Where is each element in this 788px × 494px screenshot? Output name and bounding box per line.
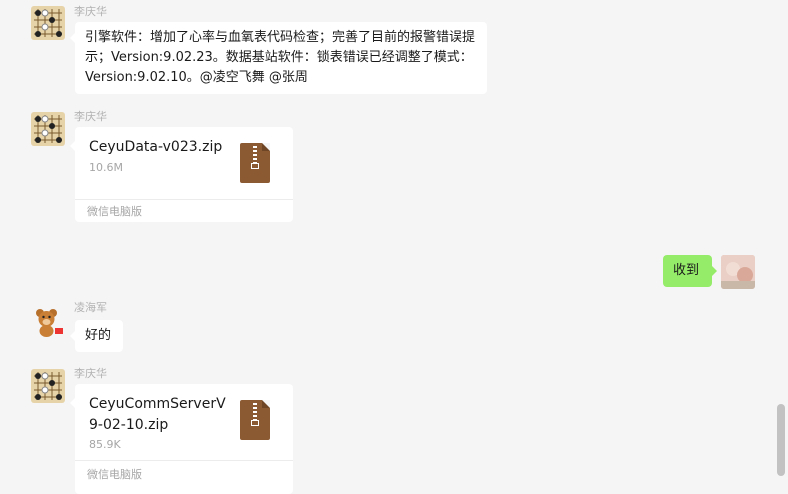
message-bubble[interactable]: 引擎软件：增加了心率与血氧表代码检查；完善了目前的报警错误提示；Version:…: [70, 22, 487, 94]
sender-avatar[interactable]: [31, 369, 65, 403]
chat-message-area: 李庆华 引擎软件：增加了心率与血氧表代码检查；完善了目前的报警错误提示；Vers…: [0, 0, 788, 494]
go-board-avatar-icon: [34, 372, 62, 400]
go-board-avatar-icon: [34, 9, 62, 37]
my-message-bubble[interactable]: 收到: [663, 255, 717, 287]
sender-avatar[interactable]: [31, 112, 65, 146]
message-bubble[interactable]: 好的: [70, 320, 123, 352]
sender-avatar[interactable]: [31, 6, 65, 40]
photo-avatar-icon: [721, 255, 755, 289]
scrollbar[interactable]: [777, 0, 785, 482]
divider: [75, 460, 293, 461]
file-message-card[interactable]: CeyuCommServerV9-02-10.zip 85.9K 微信电脑版: [70, 384, 293, 494]
sender-name: 凌海军: [74, 301, 107, 314]
divider: [75, 199, 293, 200]
zip-file-icon: [240, 400, 270, 440]
sender-name: 李庆华: [74, 110, 107, 123]
file-size: 10.6M: [89, 161, 123, 174]
file-source-label: 微信电脑版: [87, 205, 142, 218]
sender-name: 李庆华: [74, 5, 107, 18]
teddy-bear-avatar-icon: [31, 304, 65, 338]
file-name: CeyuData-v023.zip: [89, 139, 223, 155]
sender-avatar[interactable]: [31, 304, 65, 338]
message-text: 好的: [85, 328, 112, 343]
file-name: CeyuCommServerV9-02-10.zip: [89, 396, 226, 433]
file-source-label: 微信电脑版: [87, 468, 142, 481]
file-message-card[interactable]: CeyuData-v023.zip 10.6M 微信电脑版: [70, 127, 293, 222]
my-avatar[interactable]: [721, 255, 755, 289]
scrollbar-thumb[interactable]: [777, 404, 785, 476]
sender-name: 李庆华: [74, 367, 107, 380]
message-text: 引擎软件：增加了心率与血氧表代码检查；完善了目前的报警错误提示；Version:…: [85, 30, 476, 85]
message-text: 收到: [673, 263, 700, 278]
zip-file-icon: [240, 143, 270, 183]
go-board-avatar-icon: [34, 115, 62, 143]
file-size: 85.9K: [89, 438, 121, 451]
